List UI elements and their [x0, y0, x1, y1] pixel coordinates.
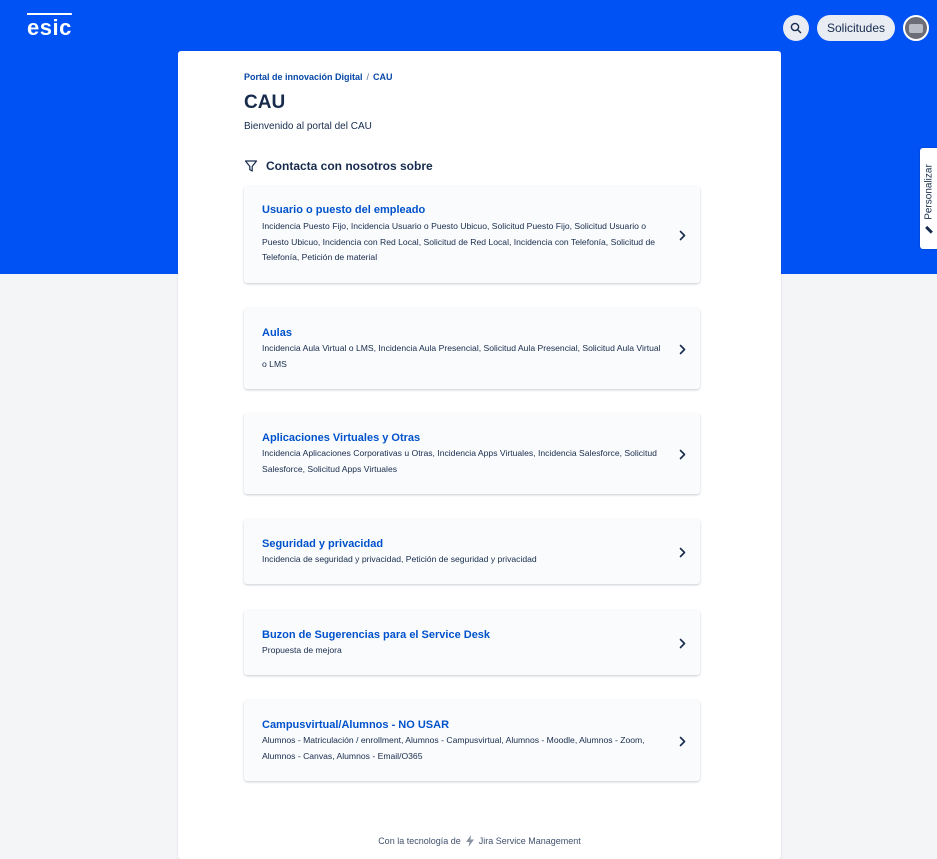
footer: Con la tecnología de Jira Service Manage…	[178, 835, 781, 847]
footer-prefix: Con la tecnología de	[378, 836, 461, 846]
personalize-tab[interactable]: Personalizar	[920, 148, 937, 249]
search-button[interactable]	[782, 15, 809, 41]
jira-bolt-icon	[465, 835, 474, 847]
search-icon	[790, 22, 802, 34]
category-card-campusvirtual[interactable]: Campusvirtual/Alumnos - NO USAR Alumnos …	[244, 700, 700, 781]
category-card-aulas[interactable]: Aulas Incidencia Aula Virtual o LMS, Inc…	[244, 308, 700, 389]
category-card-usuario[interactable]: Usuario o puesto del empleado Incidencia…	[244, 186, 700, 283]
category-title: Aulas	[262, 327, 292, 339]
breadcrumb-separator: /	[366, 72, 370, 82]
avatar-image	[909, 23, 923, 33]
pencil-icon	[924, 225, 933, 234]
category-card-sugerencias[interactable]: Buzon de Sugerencias para el Service Des…	[244, 610, 700, 675]
requests-button[interactable]: Solicitudes	[816, 15, 895, 41]
filter-icon	[244, 160, 258, 172]
category-description: Propuesta de mejora	[262, 645, 342, 655]
breadcrumb-current-link[interactable]: CAU	[373, 72, 393, 82]
category-title: Aplicaciones Virtuales y Otras	[262, 432, 421, 444]
chevron-right-icon	[679, 547, 686, 557]
section-heading-text: Contacta con nosotros sobre	[266, 159, 433, 173]
category-title: Seguridad y privacidad	[262, 538, 384, 550]
top-actions: Solicitudes	[782, 15, 929, 41]
category-card-seguridad[interactable]: Seguridad y privacidad Incidencia de seg…	[244, 519, 700, 584]
category-card-aplicaciones[interactable]: Aplicaciones Virtuales y Otras Incidenci…	[244, 413, 700, 494]
category-description: Incidencia de seguridad y privacidad, Pe…	[262, 554, 537, 564]
chevron-right-icon	[679, 638, 686, 648]
category-description: Incidencia Aula Virtual o LMS, Incidenci…	[262, 343, 661, 369]
chevron-right-icon	[679, 344, 686, 354]
category-title: Buzon de Sugerencias para el Service Des…	[262, 629, 491, 641]
chevron-right-icon	[679, 449, 686, 459]
category-title: Campusvirtual/Alumnos - NO USAR	[262, 719, 450, 731]
esic-logo[interactable]: esic	[27, 15, 72, 41]
footer-product-link[interactable]: Jira Service Management	[479, 836, 581, 846]
category-description: Alumnos - Matriculación / enrollment, Al…	[262, 735, 645, 761]
chevron-right-icon	[679, 230, 686, 240]
section-heading: Contacta con nosotros sobre	[244, 159, 433, 173]
main-panel: Portal de innovación Digital / CAU CAU Bie…	[178, 51, 781, 859]
category-description: Incidencia Puesto Fijo, Incidencia Usuar…	[262, 221, 656, 262]
user-avatar[interactable]	[903, 15, 929, 41]
breadcrumb: Portal de innovación Digital / CAU	[244, 72, 393, 82]
page-title: CAU	[244, 92, 286, 113]
category-title: Usuario o puesto del empleado	[262, 204, 426, 216]
page-subtitle: Bienvenido al portal del CAU	[244, 121, 372, 132]
chevron-right-icon	[679, 736, 686, 746]
category-description: Incidencia Aplicaciones Corporativas u O…	[262, 448, 657, 474]
personalize-label: Personalizar	[923, 163, 934, 220]
breadcrumb-portal-link[interactable]: Portal de innovación Digital	[244, 72, 363, 82]
